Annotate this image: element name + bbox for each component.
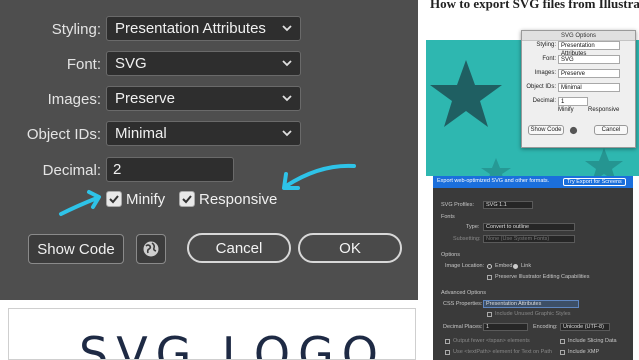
type-label: Type:: [466, 224, 480, 230]
svg-profiles-select[interactable]: SVG 1.1: [483, 201, 533, 209]
xmp-checkbox[interactable]: [560, 350, 565, 355]
images-value: Preserve: [115, 90, 176, 107]
article-title: How to export SVG files from Illustrator: [430, 0, 639, 11]
textpath-label: Use <textPath> element for Text on Path: [453, 349, 552, 355]
image-location-label: Image Location:: [445, 263, 485, 269]
show-code-label: Show Code: [37, 241, 115, 258]
slicing-checkbox[interactable]: [560, 339, 565, 344]
unused-styles-label: Include Unused Graphic Styles: [495, 311, 571, 317]
slicing-label: Include Slicing Data: [568, 338, 617, 344]
preserve-checkbox[interactable]: [487, 275, 492, 280]
mini-object-ids-label: Object IDs:: [526, 84, 556, 90]
styling-select[interactable]: Presentation Attributes: [106, 16, 301, 41]
chevron-down-icon: [282, 95, 292, 102]
font-select[interactable]: SVG: [106, 51, 301, 76]
link-radio[interactable]: [513, 264, 518, 269]
cancel-label: Cancel: [215, 240, 263, 257]
mini-font-label: Font:: [542, 56, 556, 62]
embed-radio[interactable]: [487, 264, 492, 269]
decimal-label: Decimal:: [42, 162, 101, 179]
output-fewer-label: Output fewer <tspan> elements: [453, 338, 530, 344]
minify-label: Minify: [126, 191, 166, 208]
export-banner: Export web-optimized SVG and other forma…: [433, 176, 633, 188]
svg-logo-text: SVG LOGO: [79, 327, 386, 360]
globe-button[interactable]: [136, 234, 166, 264]
encoding-select[interactable]: Unicode (UTF-8): [560, 323, 610, 331]
mini-images-select[interactable]: Preserve: [558, 69, 620, 78]
annotation-arrow-left: [59, 190, 101, 216]
responsive-option[interactable]: Responsive: [179, 191, 279, 209]
annotation-arrow-right: [282, 163, 356, 190]
decimal-value: 2: [113, 161, 122, 178]
decimal-places-input[interactable]: 1: [483, 323, 528, 331]
banner-text: Export web-optimized SVG and other forma…: [437, 178, 550, 184]
mini-globe-icon[interactable]: [569, 126, 578, 135]
styling-value: Presentation Attributes: [115, 20, 266, 37]
mini-responsive-label[interactable]: Responsive: [588, 107, 619, 113]
responsive-checkbox[interactable]: [179, 191, 195, 207]
ok-label: OK: [339, 240, 361, 257]
fonts-section-label: Fonts: [441, 214, 455, 220]
svg-export-options-panel: Export web-optimized SVG and other forma…: [433, 176, 633, 360]
ok-button[interactable]: OK: [298, 233, 402, 263]
chevron-down-icon: [282, 25, 292, 32]
preserve-label: Preserve Illustrator Editing Capabilitie…: [495, 274, 590, 280]
advanced-section-label: Advanced Options: [441, 290, 486, 296]
encoding-label: Encoding:: [533, 324, 558, 330]
decimal-places-label: Decimal Places:: [443, 324, 483, 330]
object-ids-value: Minimal: [115, 125, 167, 142]
mini-dialog-title: SVG Options: [522, 31, 635, 41]
globe-icon: [143, 241, 159, 257]
unused-styles-checkbox[interactable]: [487, 312, 492, 317]
font-value: SVG: [115, 55, 147, 72]
mini-font-select[interactable]: SVG: [558, 55, 620, 64]
embed-label: Embed: [495, 263, 513, 269]
images-select[interactable]: Preserve: [106, 86, 301, 111]
logo-preview: SVG LOGO: [8, 308, 416, 360]
xmp-label: Include XMP: [568, 349, 600, 355]
images-label: Images:: [47, 91, 101, 108]
chevron-down-icon: [282, 60, 292, 67]
object-ids-label: Object IDs:: [26, 126, 101, 143]
textpath-checkbox[interactable]: [445, 350, 450, 355]
link-label: Link: [521, 263, 532, 269]
mini-object-ids-select[interactable]: Minimal: [558, 83, 620, 92]
mini-decimal-input[interactable]: 1: [558, 97, 588, 106]
decimal-input[interactable]: 2: [106, 157, 234, 182]
mini-styling-select[interactable]: Presentation Attributes: [558, 41, 620, 57]
type-select[interactable]: Convert to outline: [483, 223, 575, 231]
responsive-label: Responsive: [199, 191, 278, 208]
checkmark-icon: [182, 195, 192, 204]
css-properties-label: CSS Properties:: [443, 301, 483, 307]
mini-cancel-button[interactable]: Cancel: [594, 125, 628, 135]
cancel-button[interactable]: Cancel: [187, 233, 291, 263]
object-ids-select[interactable]: Minimal: [106, 121, 301, 146]
show-code-button[interactable]: Show Code: [28, 234, 124, 264]
output-fewer-checkbox[interactable]: [445, 339, 450, 344]
svg-options-dialog: Styling: Presentation Attributes Font: S…: [0, 0, 418, 300]
chevron-down-icon: [282, 130, 292, 137]
svg-profiles-label: SVG Profiles:: [441, 202, 475, 208]
mini-images-label: Images:: [534, 70, 556, 76]
subsetting-select[interactable]: None (Use System Fonts): [483, 235, 575, 243]
options-section-label: Options: [441, 252, 460, 258]
font-label: Font:: [66, 56, 101, 73]
css-properties-select[interactable]: Presentation Attributes: [483, 300, 579, 308]
mini-svg-options-dialog: SVG Options Styling: Presentation Attrib…: [521, 30, 636, 148]
mini-minify-label[interactable]: Minify: [558, 107, 574, 113]
minify-option[interactable]: Minify: [106, 191, 176, 209]
mini-show-code-button[interactable]: Show Code: [528, 125, 564, 135]
subsetting-label: Subsetting:: [453, 236, 481, 242]
try-export-button[interactable]: Try Export for Screens: [563, 178, 626, 186]
styling-label: Styling:: [51, 21, 101, 38]
mini-styling-label: Styling:: [536, 42, 556, 48]
mini-decimal-label: Decimal:: [532, 98, 556, 104]
